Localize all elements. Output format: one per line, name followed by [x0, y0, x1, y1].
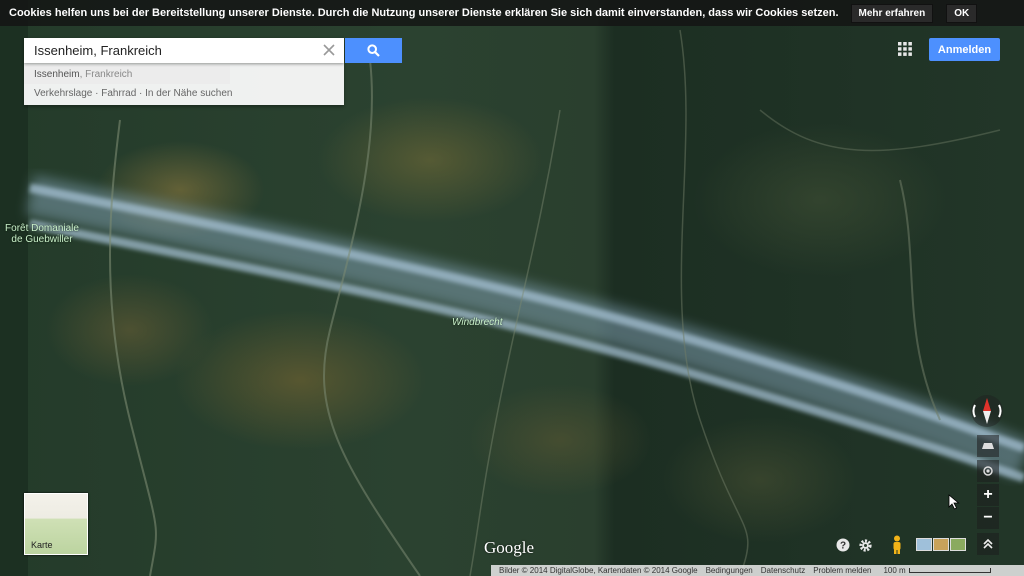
forest-path: [759, 109, 1001, 152]
suggestion-links[interactable]: Verkehrslage · Fahrrad · In der Nähe suc…: [34, 87, 232, 101]
highway-lane-south: [29, 219, 1024, 483]
zoom-in-button[interactable]: +: [977, 484, 999, 506]
location-icon: [983, 466, 993, 476]
forest-path: [109, 119, 157, 576]
search-icon: [367, 44, 380, 57]
forest-path: [899, 179, 941, 421]
ok-button[interactable]: OK: [946, 3, 978, 23]
zoom-out-button[interactable]: −: [977, 507, 999, 529]
map-label-foret: Forêt Domaniale de Guebwiller: [5, 223, 79, 245]
pegman-icon[interactable]: [891, 535, 903, 555]
attribution-text: Bilder © 2014 DigitalGlobe, Kartendaten …: [499, 566, 698, 575]
cookie-text: Cookies helfen uns bei der Bereitstellun…: [9, 7, 839, 19]
tilt-icon: [982, 443, 994, 449]
suggestion-sub: , Frankreich: [79, 69, 133, 80]
my-location-button[interactable]: [977, 460, 999, 482]
forest-path: [323, 59, 421, 576]
mouse-cursor-icon: [948, 494, 960, 510]
signin-button[interactable]: Anmelden: [929, 38, 1000, 61]
suggestions-dropdown: Issenheim, Frankreich Verkehrslage · Fah…: [24, 63, 344, 105]
imagery-thumb[interactable]: [916, 538, 932, 551]
gear-icon[interactable]: [858, 538, 873, 553]
terms-link[interactable]: Bedingungen: [706, 566, 753, 575]
karte-label: Karte: [31, 540, 53, 550]
clear-icon[interactable]: [322, 43, 336, 57]
map-label-windbrecht: Windbrecht: [452, 317, 503, 328]
imagery-thumb[interactable]: [933, 538, 949, 551]
scale-label: 100 m: [883, 566, 906, 575]
search-input[interactable]: [34, 43, 314, 58]
report-problem-link[interactable]: Problem melden: [813, 566, 871, 575]
footer-bar: Bilder © 2014 DigitalGlobe, Kartendaten …: [491, 565, 1024, 576]
compass-icon[interactable]: [970, 394, 1004, 428]
privacy-link[interactable]: Datenschutz: [761, 566, 805, 575]
tilt-button[interactable]: [977, 435, 999, 457]
google-logo: Google: [484, 538, 535, 557]
chevron-up-double-icon: [983, 538, 993, 549]
forest-path: [679, 29, 749, 576]
suggestion-item[interactable]: Issenheim, Frankreich: [24, 65, 230, 84]
suggestion-main: Issenheim: [34, 69, 80, 80]
forest-path: [469, 109, 561, 576]
cookie-bar: Cookies helfen uns bei der Bereitstellun…: [0, 0, 1024, 26]
expand-button[interactable]: [977, 533, 999, 555]
search-box: [24, 38, 344, 63]
map-type-tile[interactable]: Karte: [24, 493, 88, 555]
scale-bar: [908, 568, 991, 573]
svg-text:?: ?: [840, 541, 846, 552]
more-info-button[interactable]: Mehr erfahren: [850, 3, 934, 23]
imagery-thumbnails[interactable]: [916, 538, 966, 551]
apps-grid-icon[interactable]: [897, 41, 913, 57]
help-icon[interactable]: ?: [836, 538, 850, 552]
imagery-thumb[interactable]: [950, 538, 966, 551]
search-button[interactable]: [345, 38, 402, 63]
